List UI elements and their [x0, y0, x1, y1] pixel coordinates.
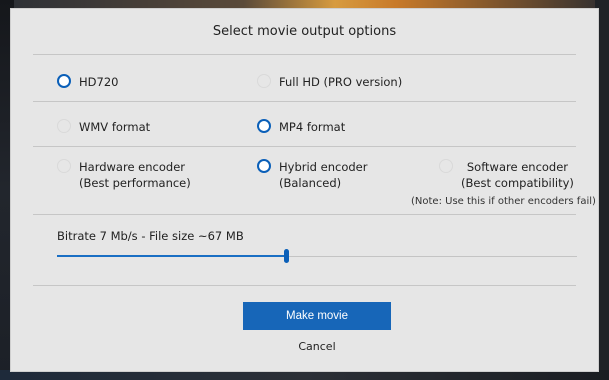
hardware-encoder-sub: (Best performance): [79, 176, 191, 190]
hd720-label: HD720: [79, 75, 119, 89]
divider: [33, 214, 576, 215]
mp4-label: MP4 format: [279, 120, 346, 134]
software-encoder-sub: (Best compatibility): [461, 176, 574, 190]
divider: [33, 101, 576, 102]
hybrid-encoder-sub: (Balanced): [279, 176, 342, 190]
hybrid-encoder-label: Hybrid encoder: [279, 160, 368, 174]
hd720-radio[interactable]: [57, 74, 71, 88]
hardware-encoder-label: Hardware encoder: [79, 160, 186, 174]
mp4-radio[interactable]: [257, 119, 271, 133]
hardware-encoder-option[interactable]: Hardware encoder (Best performance): [57, 159, 191, 191]
hybrid-encoder-option[interactable]: Hybrid encoder (Balanced): [257, 159, 367, 191]
cancel-button[interactable]: Cancel: [243, 340, 391, 353]
mp4-option[interactable]: MP4 format: [257, 119, 345, 135]
divider: [33, 146, 576, 147]
fullhd-label: Full HD (PRO version): [279, 75, 403, 89]
software-encoder-label: Software encoder: [466, 160, 569, 174]
divider: [33, 285, 576, 286]
fullhd-option[interactable]: Full HD (PRO version): [257, 74, 402, 90]
wmv-radio[interactable]: [57, 119, 71, 133]
wmv-label: WMV format: [79, 120, 151, 134]
fullhd-radio[interactable]: [257, 74, 271, 88]
software-encoder-radio[interactable]: [439, 159, 453, 173]
bitrate-slider[interactable]: [57, 247, 577, 267]
software-encoder-note: (Note: Use this if other encoders fail): [411, 196, 596, 207]
slider-fill: [57, 255, 286, 257]
hybrid-encoder-radio[interactable]: [257, 159, 271, 173]
divider: [33, 54, 576, 55]
wmv-option[interactable]: WMV format: [57, 119, 150, 135]
bitrate-label: Bitrate 7 Mb/s - File size ~67 MB: [57, 229, 244, 243]
software-encoder-option[interactable]: Software encoder (Best compatibility): [439, 159, 574, 191]
dialog-title: Select movie output options: [212, 24, 397, 39]
hardware-encoder-radio[interactable]: [57, 159, 71, 173]
make-movie-button[interactable]: Make movie: [243, 302, 391, 330]
hd720-option[interactable]: HD720: [57, 74, 118, 90]
movie-output-dialog: Select movie output options HD720 Full H…: [10, 8, 599, 372]
slider-thumb[interactable]: [284, 249, 289, 263]
